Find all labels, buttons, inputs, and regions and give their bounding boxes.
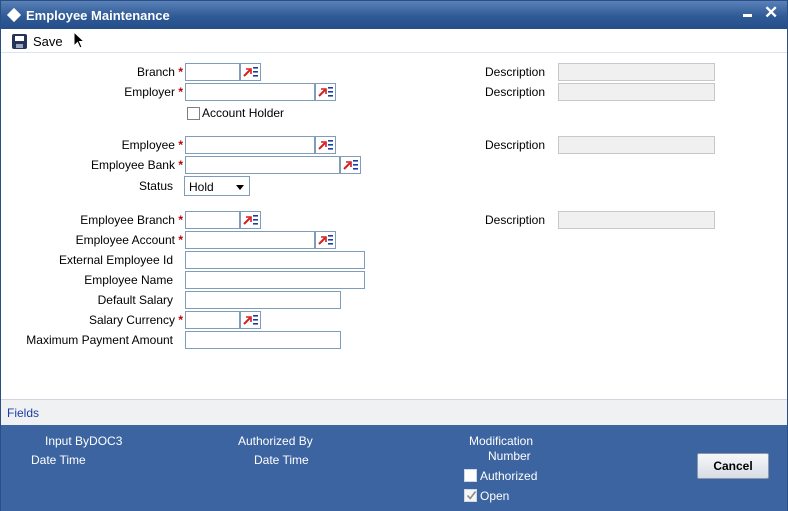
save-label: Save xyxy=(33,33,63,49)
mouse-cursor-icon xyxy=(73,31,85,49)
account-holder-label: Account Holder xyxy=(202,106,285,120)
employee-branch-label: Employee Branch * xyxy=(80,213,183,227)
authorized-by-label: Authorized By xyxy=(238,434,313,448)
branch-input[interactable] xyxy=(185,63,240,81)
salary-currency-label: Salary Currency * xyxy=(88,313,183,327)
status-select[interactable]: Hold xyxy=(184,176,250,196)
employee-bank-label: Employee Bank * xyxy=(90,158,183,172)
list-of-values-icon xyxy=(243,215,258,225)
chevron-down-icon xyxy=(236,185,244,190)
list-of-values-icon xyxy=(343,160,358,170)
employee-name-input[interactable] xyxy=(185,271,365,289)
default-salary-label: Default Salary xyxy=(97,293,173,307)
salary-currency-input[interactable] xyxy=(185,311,240,329)
input-by-label: Input ByDOC3 xyxy=(45,434,123,448)
employee-account-label: Employee Account * xyxy=(75,233,183,247)
employee-bank-input[interactable] xyxy=(185,156,340,174)
authorized-checkbox[interactable] xyxy=(464,469,477,482)
max-payment-input[interactable] xyxy=(185,331,341,349)
employer-lov-button[interactable] xyxy=(315,83,336,101)
window-title: Employee Maintenance xyxy=(26,8,170,23)
date-time-label: Date Time xyxy=(31,453,86,467)
branch-label: Branch * xyxy=(136,65,183,79)
close-icon[interactable]: ✕ xyxy=(764,3,778,23)
employee-branch-description-field xyxy=(558,211,715,229)
employee-name-label: Employee Name xyxy=(84,273,173,287)
employer-description-label: Description xyxy=(485,85,546,99)
employee-maintenance-window: Employee Maintenance ✕ Save Branch * Des… xyxy=(0,0,788,511)
branch-description-label: Description xyxy=(485,65,546,79)
list-of-values-icon xyxy=(243,315,258,325)
list-of-values-icon xyxy=(318,235,333,245)
external-employee-id-label: External Employee Id xyxy=(58,253,173,267)
employee-branch-input[interactable] xyxy=(185,211,240,229)
employee-branch-description-label: Description xyxy=(485,213,546,227)
open-checkbox[interactable] xyxy=(464,489,477,502)
employee-input[interactable] xyxy=(185,136,315,154)
employee-description-label: Description xyxy=(485,138,546,152)
fields-bar: Fields xyxy=(1,399,787,425)
authorized-label: Authorized xyxy=(480,469,538,483)
list-of-values-icon xyxy=(318,87,333,97)
max-payment-label: Maximum Payment Amount xyxy=(26,333,173,347)
save-icon xyxy=(12,33,27,49)
employee-branch-lov-button[interactable] xyxy=(240,211,261,229)
employee-bank-lov-button[interactable] xyxy=(340,156,361,174)
account-holder-checkbox[interactable] xyxy=(187,107,200,120)
toolbar: Save xyxy=(1,29,787,53)
employee-account-lov-button[interactable] xyxy=(315,231,336,249)
branch-description-field xyxy=(558,63,715,81)
employer-description-field xyxy=(558,83,715,101)
fields-link[interactable]: Fields xyxy=(7,406,39,420)
employee-lov-button[interactable] xyxy=(315,136,336,154)
checkmark-icon xyxy=(466,491,477,500)
employer-label: Employer * xyxy=(124,85,183,99)
modification-number-label: Number xyxy=(488,449,531,463)
authorized-date-time-label: Date Time xyxy=(254,453,309,467)
minimize-icon[interactable] xyxy=(743,14,752,17)
status-label: Status xyxy=(138,179,173,193)
salary-currency-lov-button[interactable] xyxy=(240,311,261,329)
modification-label: Modification xyxy=(469,434,534,448)
external-employee-id-input[interactable] xyxy=(185,251,365,269)
status-selected-value: Hold xyxy=(189,180,214,194)
employee-label: Employee * xyxy=(121,138,183,152)
title-bar: Employee Maintenance ✕ xyxy=(1,1,787,29)
employee-description-field xyxy=(558,136,715,154)
employee-account-input[interactable] xyxy=(185,231,315,249)
save-button[interactable]: Save xyxy=(12,32,63,50)
audit-footer: Input ByDOC3 Date Time Authorized By Dat… xyxy=(1,425,787,511)
branch-lov-button[interactable] xyxy=(240,63,261,81)
list-of-values-icon xyxy=(243,67,258,77)
open-label: Open xyxy=(480,489,510,503)
employer-input[interactable] xyxy=(185,83,315,101)
diamond-icon xyxy=(6,7,22,23)
cancel-button[interactable]: Cancel xyxy=(697,453,769,479)
list-of-values-icon xyxy=(318,140,333,150)
default-salary-input[interactable] xyxy=(185,291,341,309)
